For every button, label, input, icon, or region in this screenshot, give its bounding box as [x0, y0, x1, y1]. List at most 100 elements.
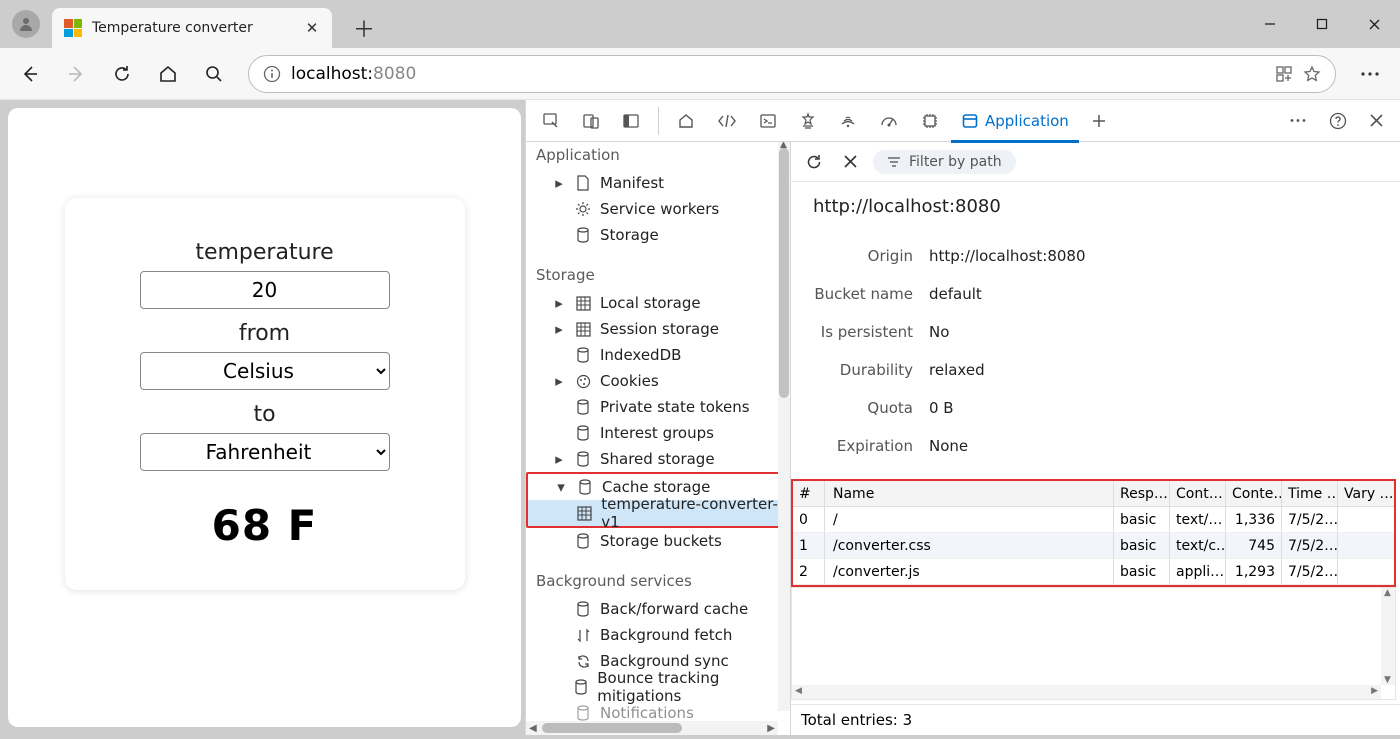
browser-menu-button[interactable]: [1350, 54, 1390, 94]
dock-button[interactable]: [612, 100, 650, 142]
nav-cookies[interactable]: ▸Cookies: [526, 368, 790, 394]
nav-local-storage[interactable]: ▸Local storage: [526, 290, 790, 316]
file-icon: [576, 175, 590, 191]
nav-storage-buckets[interactable]: Storage buckets: [526, 528, 790, 554]
meta-persistent: No: [913, 323, 949, 341]
meta-origin: http://localhost:8080: [913, 247, 1086, 265]
to-select[interactable]: Fahrenheit: [140, 433, 390, 471]
performance-tab[interactable]: [869, 100, 909, 142]
application-tab[interactable]: Application: [951, 100, 1079, 142]
database-icon: [574, 679, 588, 695]
from-label: from: [239, 321, 290, 346]
info-icon: [263, 65, 281, 83]
meta-quota: 0 B: [913, 399, 954, 417]
nav-indexeddb[interactable]: IndexedDB: [526, 342, 790, 368]
refresh-cache-button[interactable]: [801, 149, 827, 175]
profile-button[interactable]: [12, 10, 40, 38]
home-button[interactable]: [148, 54, 188, 94]
nav-bounce-tracking[interactable]: Bounce tracking mitigations: [526, 674, 790, 700]
grid-icon: [576, 296, 591, 311]
clear-cache-button[interactable]: [837, 149, 863, 175]
database-icon: [576, 347, 590, 363]
browser-tab[interactable]: Temperature converter ✕: [52, 8, 332, 48]
result-text: 68 F: [212, 501, 318, 550]
table-h-scrollbar[interactable]: ◀▶: [792, 685, 1381, 699]
devtools-help-button[interactable]: [1319, 100, 1357, 142]
nav-section-storage: Storage: [526, 262, 790, 290]
meta-bucket: default: [913, 285, 982, 303]
table-header[interactable]: # Name Resp… Cont… Conte… Time … Vary …: [793, 481, 1394, 507]
back-button[interactable]: [10, 54, 50, 94]
close-window-button[interactable]: [1348, 0, 1400, 48]
nav-h-scrollbar[interactable]: ◀▶: [526, 721, 778, 735]
table-row[interactable]: 1 /converter.css basic text/c… 745 7/5/2…: [793, 533, 1394, 559]
tab-close-button[interactable]: ✕: [304, 20, 320, 36]
devtools-close-button[interactable]: [1359, 100, 1394, 142]
cache-url: http://localhost:8080: [791, 182, 1400, 231]
database-icon: [576, 425, 590, 441]
more-tabs-button[interactable]: [1081, 100, 1117, 142]
maximize-button[interactable]: [1296, 0, 1348, 48]
database-icon: [578, 479, 592, 495]
database-icon: [576, 601, 590, 617]
cookie-icon: [576, 374, 591, 389]
table-v-scrollbar[interactable]: ▲▼: [1381, 588, 1395, 685]
nav-session-storage[interactable]: ▸Session storage: [526, 316, 790, 342]
sources-tab[interactable]: [789, 100, 827, 142]
inspect-element-button[interactable]: [532, 100, 570, 142]
nav-background-fetch[interactable]: Background fetch: [526, 622, 790, 648]
devtools-menu-button[interactable]: [1279, 100, 1317, 142]
table-row[interactable]: 2 /converter.js basic appli… 1,293 7/5/2…: [793, 559, 1394, 585]
converter-card: temperature from Celsius to Fahrenheit 6…: [65, 198, 465, 590]
new-tab-button[interactable]: ＋: [348, 12, 380, 44]
arrows-icon: [576, 628, 591, 643]
elements-tab[interactable]: [707, 100, 747, 142]
nav-scrollbar[interactable]: ▲: [778, 142, 790, 711]
nav-cache-entry[interactable]: temperature-converter-v1: [528, 500, 788, 526]
meta-durability: relaxed: [913, 361, 985, 379]
database-icon: [576, 451, 590, 467]
memory-tab[interactable]: [911, 100, 949, 142]
tab-title: Temperature converter: [92, 20, 294, 36]
welcome-tab[interactable]: [667, 100, 705, 142]
cache-footer: Total entries: 3: [791, 704, 1400, 735]
console-tab[interactable]: [749, 100, 787, 142]
sync-icon: [576, 654, 591, 669]
device-toggle-button[interactable]: [572, 100, 610, 142]
nav-storage[interactable]: Storage: [526, 222, 790, 248]
favorite-icon[interactable]: [1303, 65, 1321, 83]
address-text[interactable]: localhost:8080: [291, 64, 416, 84]
network-tab[interactable]: [829, 100, 867, 142]
forward-button[interactable]: [56, 54, 96, 94]
grid-icon: [576, 322, 591, 337]
browser-search-button[interactable]: [194, 54, 234, 94]
address-bar[interactable]: localhost:8080: [248, 55, 1336, 93]
grid-icon: [577, 506, 592, 521]
application-icon: [961, 112, 979, 130]
from-select[interactable]: Celsius: [140, 352, 390, 390]
filter-input[interactable]: Filter by path: [873, 150, 1016, 174]
application-nav[interactable]: Application ▸Manifest Service workers St…: [526, 142, 791, 735]
nav-section-application: Application: [526, 142, 790, 170]
nav-service-workers[interactable]: Service workers: [526, 196, 790, 222]
table-row[interactable]: 0 / basic text/… 1,336 7/5/2…: [793, 507, 1394, 533]
cache-blank-area: ▲▼ ◀▶: [791, 587, 1396, 700]
extensions-icon[interactable]: [1275, 65, 1293, 83]
meta-expiration: None: [913, 437, 968, 455]
gear-icon: [575, 201, 591, 217]
refresh-button[interactable]: [102, 54, 142, 94]
browser-toolbar: localhost:8080: [0, 48, 1400, 100]
cache-detail: Filter by path http://localhost:8080 Ori…: [791, 142, 1400, 735]
nav-shared-storage[interactable]: ▸Shared storage: [526, 446, 790, 472]
nav-interest-groups[interactable]: Interest groups: [526, 420, 790, 446]
database-icon: [576, 227, 590, 243]
database-icon: [576, 533, 590, 549]
nav-back-forward-cache[interactable]: Back/forward cache: [526, 596, 790, 622]
nav-manifest[interactable]: ▸Manifest: [526, 170, 790, 196]
minimize-button[interactable]: [1244, 0, 1296, 48]
temperature-input[interactable]: [140, 271, 390, 309]
temperature-label: temperature: [195, 240, 333, 265]
database-icon: [576, 399, 590, 415]
nav-private-state-tokens[interactable]: Private state tokens: [526, 394, 790, 420]
cache-table[interactable]: # Name Resp… Cont… Conte… Time … Vary … …: [791, 479, 1396, 587]
